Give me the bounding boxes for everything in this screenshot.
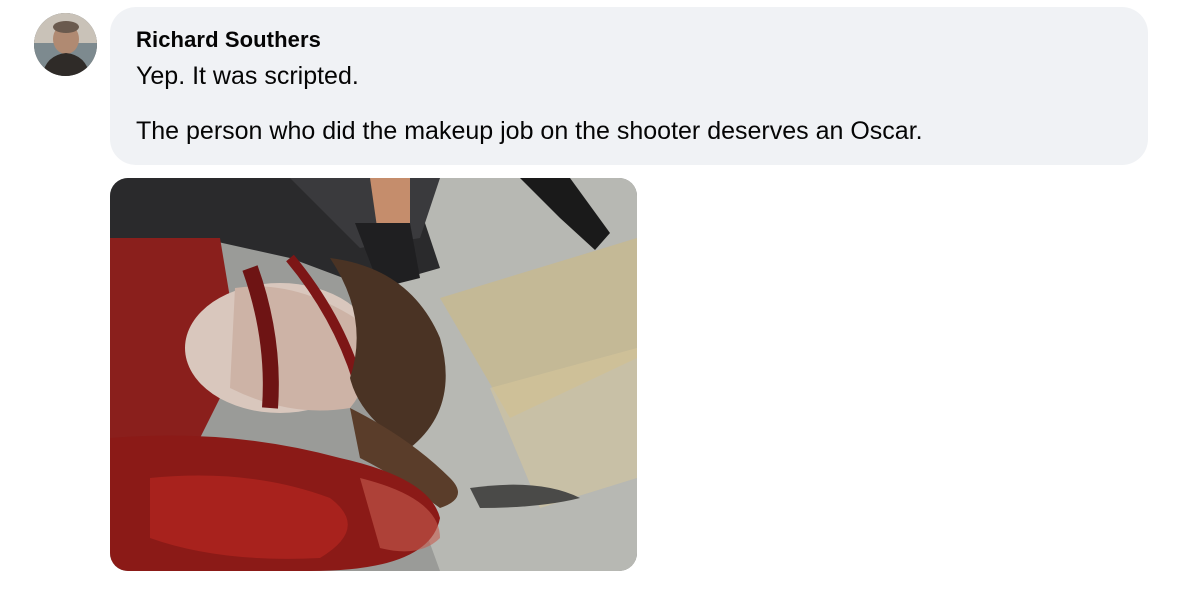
comment-thread: Richard Southers Yep. It was scripted. T… [0,0,1183,590]
comment-text-line: Yep. It was scripted. [136,62,359,90]
avatar[interactable] [34,13,97,76]
comment-author[interactable]: Richard Southers [136,27,321,53]
profile-photo-icon [34,13,97,76]
photo-attachment[interactable] [110,178,637,571]
comment-text-line: The person who did the makeup job on the… [136,117,923,145]
attachment-image [110,178,637,571]
comment-bubble: Richard Southers Yep. It was scripted. T… [110,7,1148,165]
